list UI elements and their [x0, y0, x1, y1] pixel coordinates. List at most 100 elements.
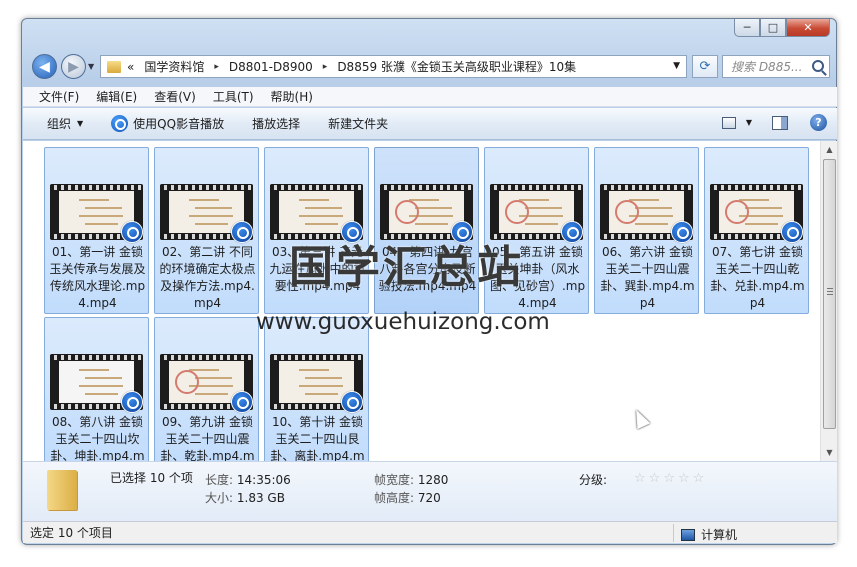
star-icon[interactable]: ☆ — [678, 471, 690, 486]
help-icon[interactable]: ? — [810, 114, 827, 131]
chevron-down-icon: ▼ — [77, 119, 84, 128]
file-tile[interactable]: 01、第一讲 金锁玉关传承与发展及传统风水理论.mp4.mp4 — [44, 147, 149, 314]
status-divider — [673, 524, 674, 542]
play-selection-button[interactable]: 播放选择 — [252, 115, 300, 132]
rating-label: 分级: — [579, 473, 608, 487]
address-dropdown-icon[interactable]: ▼ — [673, 61, 680, 71]
change-view-icon[interactable] — [721, 116, 736, 129]
status-text: 选定 10 个项目 — [30, 526, 113, 540]
status-bar: 选定 10 个项目 计算机 — [23, 521, 837, 543]
frame-width-label: 帧宽度: — [374, 473, 415, 487]
qq-player-icon — [121, 391, 143, 413]
breadcrumb-item[interactable]: 国学资料馆 — [144, 58, 204, 75]
refresh-button[interactable]: ⟳ — [692, 55, 718, 78]
file-tile[interactable]: 06、第六讲 金锁玉关二十四山震卦、巽卦.mp4.mp4 — [594, 147, 699, 314]
computer-label: 计算机 — [701, 528, 738, 542]
organize-button[interactable]: 组织 ▼ — [47, 115, 83, 132]
menu-help[interactable]: 帮助(H) — [271, 88, 313, 105]
play-with-qq-button[interactable]: 使用QQ影音播放 — [111, 115, 224, 132]
command-bar: 组织 ▼ 使用QQ影音播放 播放选择 新建文件夹 ▼ ? — [23, 108, 837, 140]
qq-player-icon — [341, 221, 363, 243]
menu-edit[interactable]: 编辑(E) — [96, 88, 137, 105]
minimize-button[interactable]: ─ — [734, 19, 760, 37]
folder-icon — [47, 470, 77, 510]
size-value: 1.83 GB — [236, 491, 285, 505]
star-icon[interactable]: ☆ — [663, 471, 675, 486]
details-pane: 已选择 10 个项 长度: 14:35:06 大小: 1.83 GB 帧宽度: … — [23, 461, 837, 521]
star-icon[interactable]: ☆ — [693, 471, 705, 486]
selected-count: 已选择 10 个项 — [110, 471, 193, 485]
file-name: 07、第七讲 金锁玉关二十四山乾卦、兑卦.mp4.mp4 — [710, 245, 805, 310]
star-icon[interactable]: ☆ — [649, 471, 661, 486]
qq-player-icon — [341, 391, 363, 413]
menu-tools[interactable]: 工具(T) — [213, 88, 254, 105]
view-options-dropdown[interactable]: ▼ — [746, 118, 752, 127]
file-name: 01、第一讲 金锁玉关传承与发展及传统风水理论.mp4.mp4 — [49, 245, 146, 310]
file-name: 03、第三讲 三元九运在风水中的重要性.mp4.mp4 — [269, 245, 366, 293]
breadcrumb-item[interactable]: D8801-D8900 — [229, 60, 313, 74]
computer-icon — [681, 528, 695, 541]
scroll-up-button[interactable]: ▲ — [821, 141, 837, 158]
qq-player-icon — [781, 221, 803, 243]
back-button[interactable]: ◀ — [32, 54, 57, 79]
length-field: 长度: 14:35:06 — [205, 471, 291, 488]
length-label: 长度: — [205, 473, 234, 487]
menu-file[interactable]: 文件(F) — [39, 88, 79, 105]
file-list[interactable]: 01、第一讲 金锁玉关传承与发展及传统风水理论.mp4.mp4 02、第二讲 不同… — [23, 141, 837, 461]
menu-view[interactable]: 查看(V) — [154, 88, 196, 105]
file-name: 06、第六讲 金锁玉关二十四山震卦、巽卦.mp4.mp4 — [600, 245, 695, 310]
frame-width-field: 帧宽度: 1280 — [374, 471, 448, 488]
search-icon[interactable] — [812, 60, 824, 72]
new-folder-button[interactable]: 新建文件夹 — [328, 115, 388, 132]
mouse-cursor — [629, 406, 651, 430]
star-icon[interactable]: ☆ — [634, 471, 646, 486]
preview-pane-icon[interactable] — [772, 115, 788, 130]
scroll-down-button[interactable]: ▼ — [821, 444, 837, 461]
toolbar-right: ▼ ? — [721, 114, 837, 131]
scroll-thumb[interactable] — [823, 159, 836, 429]
breadcrumb-item[interactable]: D8859 张濮《金锁玉关高级职业课程》10集 — [337, 58, 576, 75]
file-tile[interactable]: 04、第四讲 九宫八卦各宫分房及断验技法.mp4.mp4 — [374, 147, 479, 314]
file-tile[interactable]: 05、第五讲 金锁玉关坤卦（风水图、见砂宫）.mp4.mp4 — [484, 147, 589, 314]
frame-height-value: 720 — [417, 491, 441, 505]
size-label: 大小: — [205, 491, 234, 505]
address-overflow[interactable]: « — [127, 60, 134, 74]
close-button[interactable]: ✕ — [786, 19, 830, 37]
file-name: 10、第十讲 金锁玉关二十四山艮卦、离卦.mp4.mp4 — [270, 415, 365, 461]
navigation-bar: ◀ ▶ ▼ « 国学资料馆 ▸ D8801-D8900 ▸ D8859 张濮《金… — [30, 53, 830, 81]
frame-width-value: 1280 — [417, 473, 449, 487]
file-tile[interactable]: 09、第九讲 金锁玉关二十四山震卦、乾卦.mp4.mp4 — [154, 317, 259, 461]
qq-player-icon — [231, 391, 253, 413]
search-input[interactable]: 搜索 D885... — [722, 55, 830, 78]
file-tile[interactable]: 08、第八讲 金锁玉关二十四山坎卦、坤卦.mp4.mp4 — [44, 317, 149, 461]
breadcrumb-separator[interactable]: ▸ — [323, 62, 328, 72]
file-tile[interactable]: 03、第三讲 三元九运在风水中的重要性.mp4.mp4 — [264, 147, 369, 314]
size-field: 大小: 1.83 GB — [205, 489, 285, 506]
play-with-qq-label: 使用QQ影音播放 — [133, 117, 225, 131]
file-tile[interactable]: 10、第十讲 金锁玉关二十四山艮卦、离卦.mp4.mp4 — [264, 317, 369, 461]
file-tile[interactable]: 07、第七讲 金锁玉关二十四山乾卦、兑卦.mp4.mp4 — [704, 147, 809, 314]
qq-player-icon — [561, 221, 583, 243]
organize-label: 组织 — [47, 117, 72, 131]
frame-height-field: 帧高度: 720 — [374, 489, 441, 506]
scroll-grip — [827, 288, 833, 297]
frame-height-label: 帧高度: — [374, 491, 415, 505]
recent-pages-dropdown[interactable]: ▼ — [88, 62, 94, 71]
folder-icon — [107, 60, 121, 73]
maximize-button[interactable]: □ — [760, 19, 786, 37]
address-bar[interactable]: « 国学资料馆 ▸ D8801-D8900 ▸ D8859 张濮《金锁玉关高级职… — [100, 55, 687, 78]
qq-player-icon — [111, 115, 129, 132]
explorer-window: ─ □ ✕ ◀ ▶ ▼ « 国学资料馆 ▸ D8801-D8900 ▸ D885… — [21, 18, 837, 545]
length-value: 14:35:06 — [236, 473, 291, 487]
rating-stars[interactable]: ☆ ☆ ☆ ☆ ☆ — [634, 471, 707, 486]
file-name: 05、第五讲 金锁玉关坤卦（风水图、见砂宫）.mp4.mp4 — [489, 245, 586, 310]
breadcrumb-separator[interactable]: ▸ — [214, 62, 219, 72]
file-name: 04、第四讲 九宫八卦各宫分房及断验技法.mp4.mp4 — [378, 245, 477, 293]
forward-button[interactable]: ▶ — [61, 54, 86, 79]
file-tile[interactable]: 02、第二讲 不同的环境确定太极点及操作方法.mp4.mp4 — [154, 147, 259, 314]
caption-buttons: ─ □ ✕ — [734, 19, 830, 37]
menu-bar: 文件(F) 编辑(E) 查看(V) 工具(T) 帮助(H) — [23, 87, 837, 107]
vertical-scrollbar[interactable]: ▲ ▼ — [820, 141, 837, 461]
file-name: 02、第二讲 不同的环境确定太极点及操作方法.mp4.mp4 — [159, 245, 256, 310]
qq-player-icon — [231, 221, 253, 243]
